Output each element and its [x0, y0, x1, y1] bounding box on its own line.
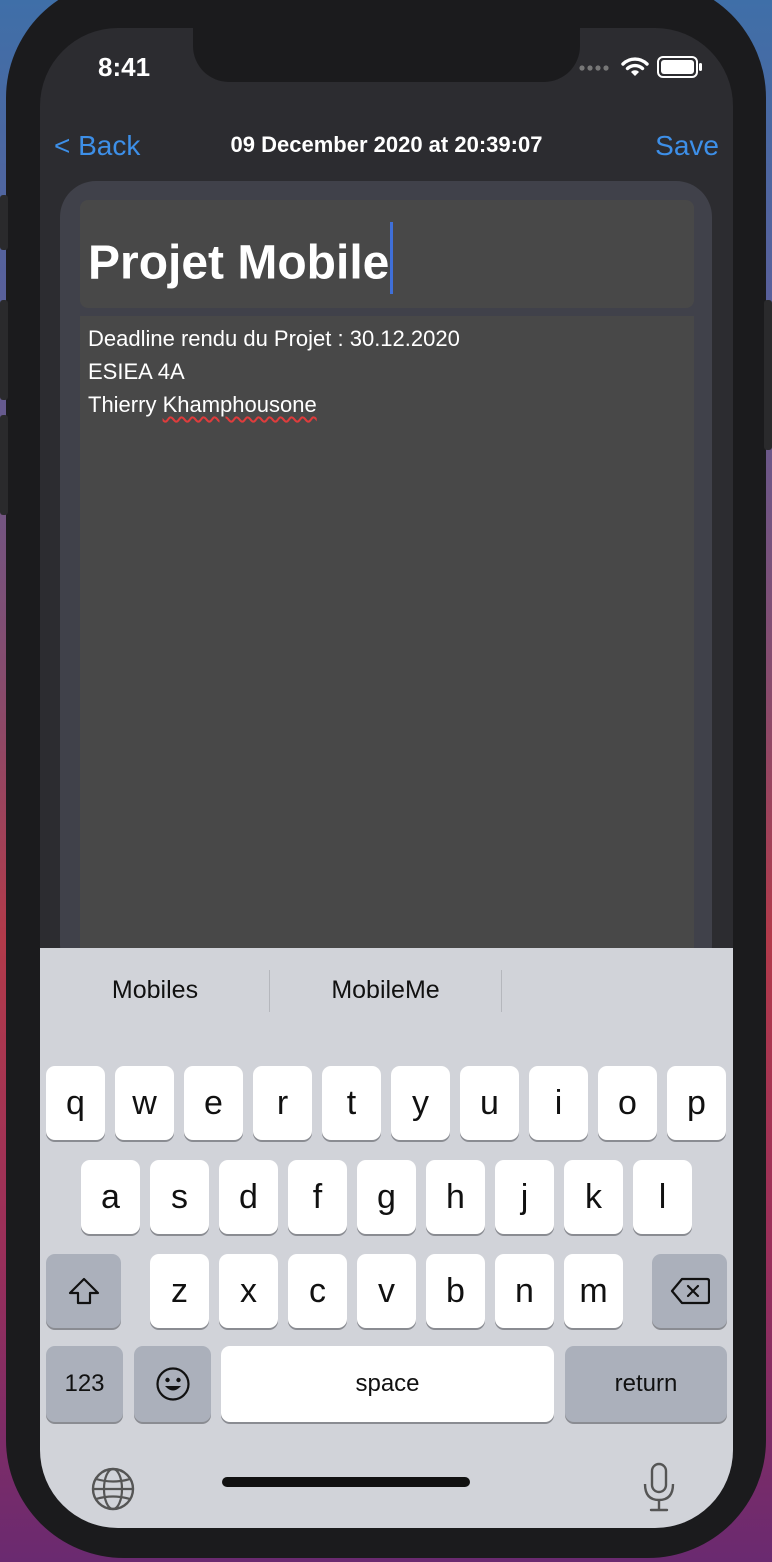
key-p[interactable]: p [667, 1066, 726, 1140]
volume-down-button [0, 415, 8, 515]
cellular-signal-icon [579, 65, 609, 71]
return-key[interactable]: return [565, 1346, 727, 1422]
suggestion-bar: Mobiles MobileMe [40, 948, 733, 1036]
shift-key[interactable] [46, 1254, 121, 1328]
home-indicator[interactable] [222, 1477, 470, 1487]
shift-icon [68, 1277, 99, 1305]
key-e[interactable]: e [184, 1066, 243, 1140]
note-date-title: 09 December 2020 at 20:39:07 [230, 132, 543, 157]
key-y[interactable]: y [391, 1066, 450, 1140]
key-x[interactable]: x [219, 1254, 278, 1328]
backspace-icon [670, 1277, 710, 1305]
note-body-text: Deadline rendu du Projet : 30.12.2020 ES… [88, 322, 460, 421]
numbers-key[interactable]: 123 [46, 1346, 123, 1422]
key-r[interactable]: r [253, 1066, 312, 1140]
key-u[interactable]: u [460, 1066, 519, 1140]
emoji-icon [155, 1367, 190, 1401]
key-m[interactable]: m [564, 1254, 623, 1328]
suggestion-2[interactable]: MobileMe [270, 976, 501, 1005]
note-line-1: Deadline rendu du Projet : 30.12.2020 [88, 326, 460, 351]
key-l[interactable]: l [633, 1160, 692, 1234]
mute-switch [0, 195, 8, 250]
suggestion-divider [501, 970, 502, 1012]
navigation-bar: < Back 09 December 2020 at 20:39:07 Save [40, 124, 733, 172]
key-h[interactable]: h [426, 1160, 485, 1234]
keyboard: Mobiles MobileMe q w e r t y u i o p a s… [40, 948, 733, 1528]
key-w[interactable]: w [115, 1066, 174, 1140]
key-z[interactable]: z [150, 1254, 209, 1328]
key-s[interactable]: s [150, 1160, 209, 1234]
note-line-3: Thierry Khamphousone [88, 388, 460, 421]
key-f[interactable]: f [288, 1160, 347, 1234]
key-j[interactable]: j [495, 1160, 554, 1234]
wifi-icon [621, 57, 649, 76]
globe-icon[interactable] [90, 1466, 136, 1512]
battery-icon [657, 56, 702, 78]
notch [193, 28, 580, 82]
screen: 8:41 < Back 09 December 2020 at 20:39:07… [40, 28, 733, 1528]
text-caret [390, 222, 394, 294]
misspelled-word: Khamphousone [162, 392, 317, 417]
key-n[interactable]: n [495, 1254, 554, 1328]
save-button[interactable]: Save [655, 130, 719, 162]
emoji-key[interactable] [134, 1346, 211, 1422]
key-q[interactable]: q [46, 1066, 105, 1140]
status-time: 8:41 [98, 52, 151, 82]
space-key[interactable]: space [221, 1346, 554, 1422]
key-g[interactable]: g [357, 1160, 416, 1234]
microphone-icon[interactable] [640, 1462, 678, 1514]
note-title-text: Projet Mobile [88, 222, 394, 302]
key-t[interactable]: t [322, 1066, 381, 1140]
status-icons [579, 56, 703, 78]
suggestion-1[interactable]: Mobiles [40, 976, 270, 1005]
note-line-2: ESIEA 4A [88, 359, 185, 384]
key-d[interactable]: d [219, 1160, 278, 1234]
key-b[interactable]: b [426, 1254, 485, 1328]
key-o[interactable]: o [598, 1066, 657, 1140]
note-line-3-first: Thierry [88, 392, 157, 417]
note-title: Projet Mobile [88, 236, 390, 290]
key-c[interactable]: c [288, 1254, 347, 1328]
power-button [764, 300, 772, 450]
key-v[interactable]: v [357, 1254, 416, 1328]
key-a[interactable]: a [81, 1160, 140, 1234]
volume-up-button [0, 300, 8, 400]
key-i[interactable]: i [529, 1066, 588, 1140]
key-k[interactable]: k [564, 1160, 623, 1234]
backspace-key[interactable] [652, 1254, 727, 1328]
